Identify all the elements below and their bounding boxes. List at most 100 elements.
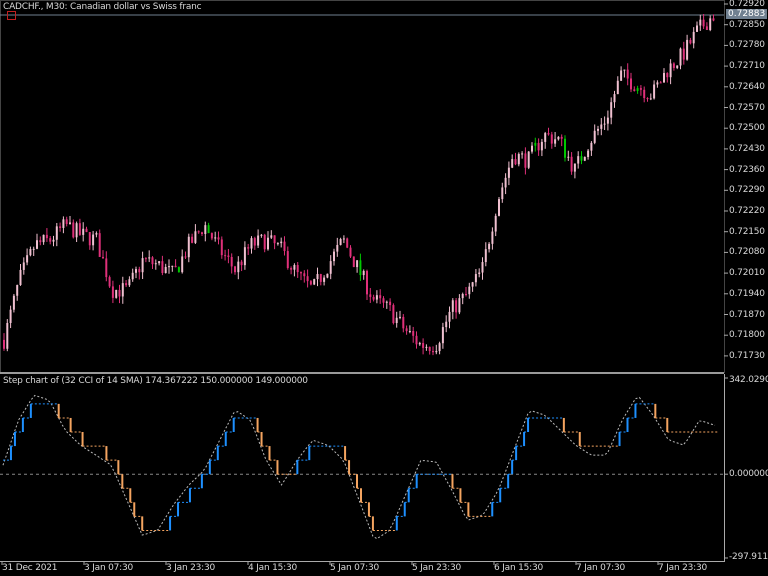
- candle-body: [82, 228, 85, 235]
- price-axis-label: 0.71730: [729, 350, 765, 361]
- price-axis-label: 0.72640: [729, 81, 765, 92]
- candle-body: [174, 265, 177, 268]
- price-axis-label: 0.72290: [729, 185, 765, 196]
- candle-body: [593, 130, 596, 143]
- candle-body: [293, 265, 296, 270]
- one-click-trading-icon[interactable]: [7, 11, 16, 20]
- candle-body: [501, 187, 504, 200]
- candle-body: [478, 272, 481, 275]
- candle-body: [511, 159, 514, 168]
- candle-body: [164, 266, 167, 273]
- candle-body: [564, 138, 566, 158]
- candle-body: [333, 251, 335, 262]
- candle-body: [118, 289, 121, 297]
- candle-body: [521, 153, 524, 155]
- candle-body: [92, 234, 95, 246]
- candle-body: [62, 219, 65, 228]
- candle-body: [276, 243, 279, 245]
- candle-body: [224, 255, 227, 257]
- candle-body: [177, 267, 180, 273]
- price-axis-label: 0.72780: [729, 40, 765, 51]
- candle-body: [250, 238, 253, 249]
- candle-body: [280, 241, 283, 244]
- candle-body: [705, 26, 708, 31]
- time-axis-label: 7 Jan 23:30: [658, 563, 708, 573]
- candle-body: [237, 261, 240, 273]
- candle-body: [273, 235, 276, 244]
- chart-border: [0, 0, 725, 373]
- price-chart[interactable]: CADCHF., M30: Canadian dollar vs Swiss f…: [0, 0, 768, 373]
- candle-body: [392, 305, 395, 324]
- candle-body: [366, 270, 368, 295]
- candle-body: [204, 225, 207, 234]
- candle-body: [161, 261, 164, 273]
- candle-body: [210, 233, 213, 239]
- candle-body: [682, 48, 685, 60]
- price-axis-label: 0.71800: [729, 330, 765, 341]
- candle-body: [191, 236, 194, 243]
- candle-body: [230, 256, 233, 267]
- candle-body: [630, 78, 632, 90]
- candle-body: [606, 117, 609, 124]
- candle-body: [260, 234, 263, 236]
- candle-body: [702, 19, 705, 27]
- candle-body: [679, 48, 682, 66]
- candle-body: [408, 331, 411, 333]
- candle-body: [494, 215, 497, 232]
- candle-body: [154, 263, 157, 265]
- candle-body: [540, 141, 543, 151]
- candle-body: [656, 82, 659, 85]
- candle-body: [214, 237, 217, 239]
- candle-body: [623, 69, 626, 71]
- candle-body: [362, 270, 365, 276]
- candle-body: [26, 255, 29, 263]
- candle-body: [610, 102, 613, 118]
- time-axis-label: 31 Dec 2021: [2, 563, 58, 573]
- candle-body: [326, 273, 329, 278]
- candle-body: [550, 134, 553, 144]
- candle-body: [243, 247, 246, 266]
- candle-body: [65, 219, 68, 224]
- candle-body: [560, 136, 563, 139]
- candle-body: [125, 283, 128, 286]
- time-axis-label: 3 Jan 07:30: [84, 563, 134, 573]
- candle-body: [342, 238, 345, 240]
- candle-body: [303, 273, 306, 277]
- candle-body: [300, 272, 302, 274]
- indicator-window[interactable]: Step chart of (32 CCI of 14 SMA) 174.367…: [0, 374, 768, 562]
- candle-body: [55, 226, 58, 240]
- candle-body: [471, 282, 474, 287]
- candle-body: [435, 351, 438, 353]
- candle-body: [372, 296, 375, 300]
- candle-body: [432, 351, 434, 353]
- candle-body: [6, 322, 9, 349]
- candle-body: [468, 286, 471, 295]
- cci-line: [2, 394, 716, 540]
- price-axis-label: 0.72360: [729, 164, 765, 175]
- candle-body: [356, 260, 359, 268]
- candle-body: [234, 266, 236, 273]
- indicator-axis-max: 342.029026: [729, 375, 768, 385]
- candle-body: [445, 321, 448, 328]
- candle-body: [389, 301, 392, 306]
- candle-body: [296, 265, 299, 273]
- price-axis-label: 0.72710: [729, 61, 765, 72]
- candle-body: [626, 69, 629, 79]
- candle-body: [712, 18, 715, 21]
- candle-body: [85, 228, 88, 233]
- candle-body: [12, 295, 15, 310]
- candle-body: [141, 258, 144, 273]
- time-axis-label: 6 Jan 15:30: [494, 563, 544, 573]
- price-axis-label: 0.71870: [729, 309, 765, 320]
- candle-body: [105, 258, 108, 278]
- time-axis-label: 4 Jan 15:30: [248, 563, 298, 573]
- candle-body: [481, 262, 484, 273]
- candle-body: [240, 261, 243, 266]
- candle-body: [438, 343, 441, 352]
- price-axis-label: 0.72570: [729, 102, 765, 113]
- candle-body: [375, 295, 378, 300]
- candle-body: [121, 283, 124, 297]
- price-axis-label: 0.72500: [729, 123, 765, 134]
- candle-body: [616, 80, 619, 95]
- candle-body: [316, 274, 319, 280]
